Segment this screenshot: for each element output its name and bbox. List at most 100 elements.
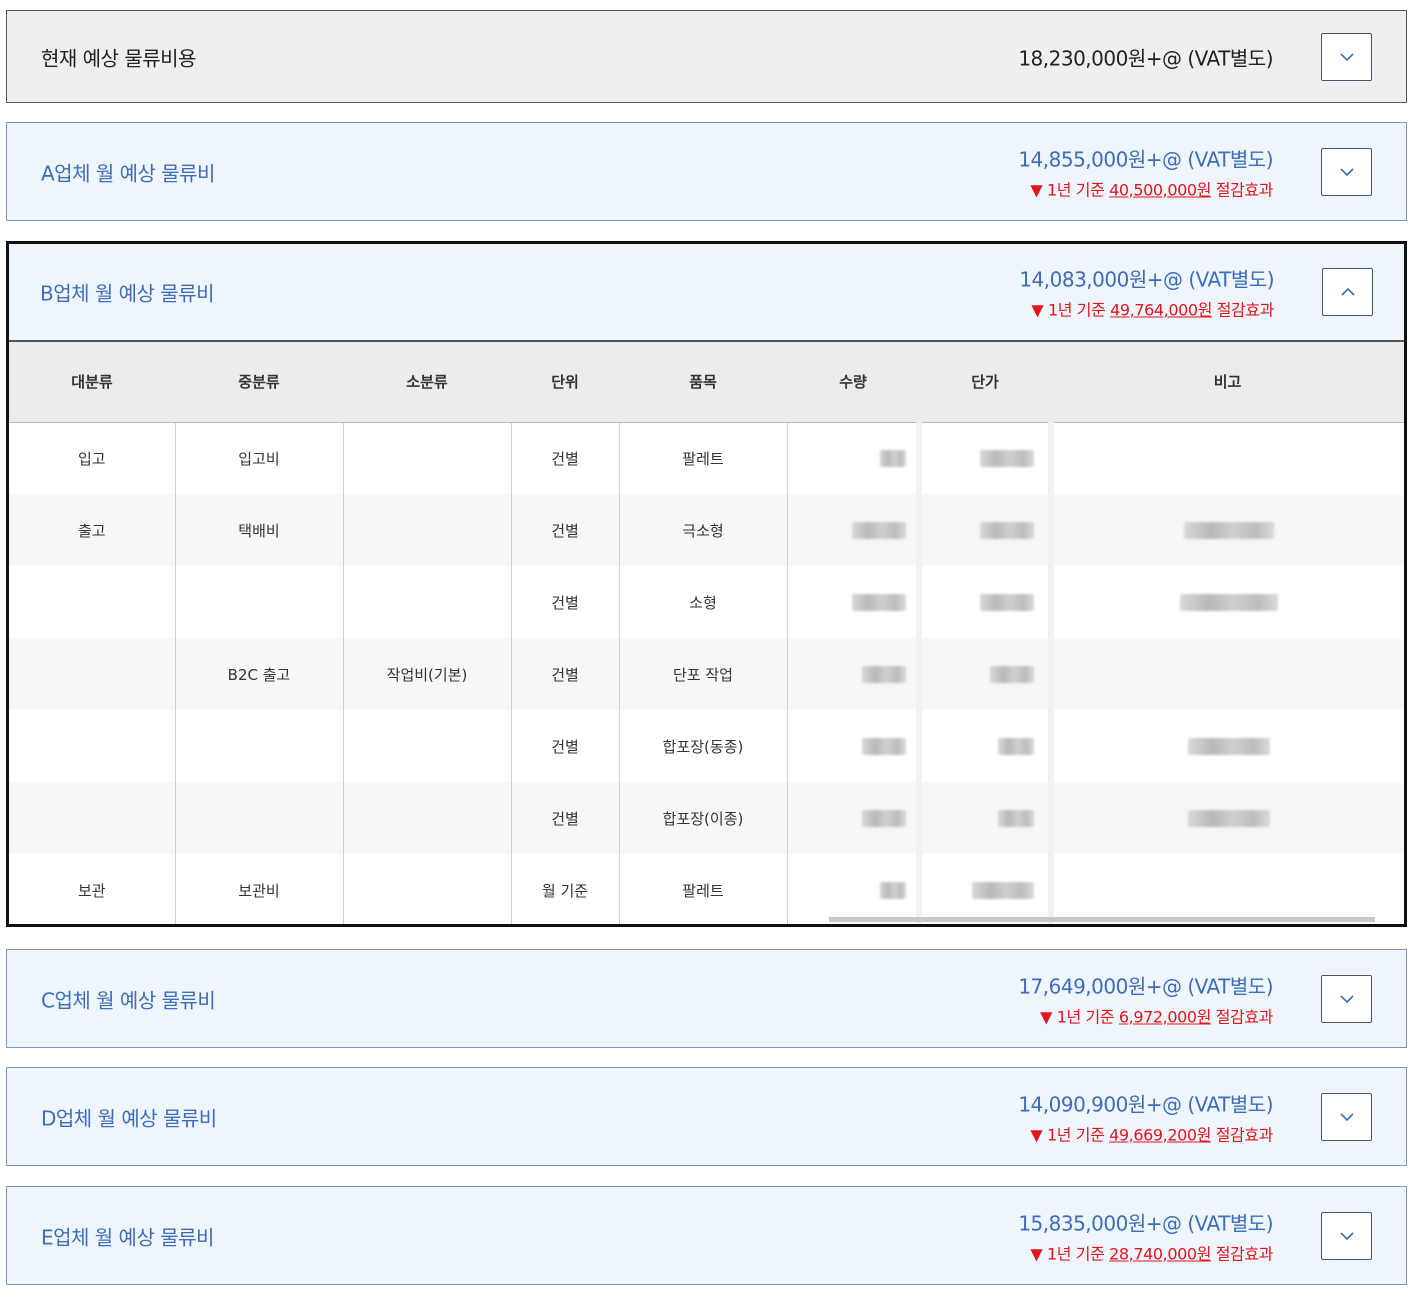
saving-amount: 49,764,000원 [1110,300,1213,320]
cell-middle: 입고비 [174,422,343,494]
cell-item: 소형 [618,566,787,638]
vendor-d-saving: ▼ 1년 기준 49,669,200원 절감효과 [1018,1121,1273,1145]
redacted-value [980,594,1034,611]
redacted-value [998,738,1034,755]
redacted-value [998,810,1034,827]
vendor-c-title: C업체 월 예상 물류비 [41,988,216,1012]
cell-price [919,566,1054,638]
redacted-value [862,738,906,755]
table-row: 입고 입고비 건별 팔레트 [9,422,1404,494]
chevron-up-icon [1340,287,1355,296]
cell-middle: B2C 출고 [174,638,343,710]
vendor-b-title: B업체 월 예상 물류비 [40,281,215,306]
saving-prefix: ▼ 1년 기준 [1030,180,1110,199]
cell-major: 보관 [77,881,106,900]
cell-minor [342,782,511,854]
cell-minor [342,566,511,638]
cell-item: 합포장(이종) [618,782,787,854]
horizontal-scrollbar[interactable] [829,917,1375,922]
cell-unit: 월 기준 [510,854,619,924]
vendor-d-panel[interactable]: D업체 월 예상 물류비 14,090,900원+@ (VAT별도) ▼ 1년 … [6,1067,1407,1166]
vendor-c-price: 17,649,000원+@ (VAT별도) [1018,974,1273,998]
vendor-a-title: A업체 월 예상 물류비 [41,161,215,185]
redacted-value [980,522,1034,539]
table-row: 건별 합포장(동종) [9,710,1404,782]
cell-unit: 건별 [510,494,619,566]
cell-price [919,710,1054,782]
vendor-c-saving: ▼ 1년 기준 6,972,000원 절감효과 [1018,1003,1273,1027]
cell-unit: 건별 [510,782,619,854]
vendor-d-toggle-button[interactable] [1321,1092,1372,1141]
vendor-e-title: E업체 월 예상 물류비 [41,1225,214,1249]
cell-unit: 건별 [510,710,619,782]
chevron-down-icon [1339,1231,1354,1240]
col-header: 수량 [787,342,919,423]
cell-price [919,638,1054,710]
saving-amount: 49,669,200원 [1109,1125,1212,1144]
redacted-value [972,882,1034,899]
vendor-b-expanded-panel: B업체 월 예상 물류비 14,083,000원+@ (VAT별도) ▼ 1년 … [6,241,1407,927]
vendor-a-panel[interactable]: A업체 월 예상 물류비 14,855,000원+@ (VAT별도) ▼ 1년 … [6,122,1407,221]
redacted-value [1188,738,1270,755]
cell-quantity [786,854,922,924]
vendor-b-price-block: 14,083,000원+@ (VAT별도) ▼ 1년 기준 49,764,000… [1019,264,1274,321]
saving-prefix: ▼ 1년 기준 [1030,1125,1110,1144]
saving-suffix: 절감효과 [1211,180,1274,199]
saving-suffix: 절감효과 [1211,1007,1274,1026]
saving-amount: 40,500,000원 [1109,180,1212,199]
cell-quantity [786,710,922,782]
vendor-a-toggle-button[interactable] [1321,147,1372,196]
cell-item: 합포장(동종) [618,710,787,782]
vendor-e-panel[interactable]: E업체 월 예상 물류비 15,835,000원+@ (VAT별도) ▼ 1년 … [6,1186,1407,1285]
current-cost-title: 현재 예상 물류비용 [41,46,196,70]
vendor-b-header[interactable]: B업체 월 예상 물류비 14,083,000원+@ (VAT별도) ▼ 1년 … [9,244,1404,342]
chevron-down-icon [1339,1112,1354,1121]
table-row: B2C 출고 작업비(기본) 건별 단포 작업 [9,638,1404,710]
cell-item: 극소형 [618,494,787,566]
cell-item: 단포 작업 [618,638,787,710]
table-row: 보관 보관비 월 기준 팔레트 [9,854,1404,924]
saving-prefix: ▼ 1년 기준 [1031,300,1111,320]
vendor-c-panel[interactable]: C업체 월 예상 물류비 17,649,000원+@ (VAT별도) ▼ 1년 … [6,949,1407,1048]
col-header: 품목 [619,342,787,423]
saving-suffix: 절감효과 [1211,1125,1274,1144]
cell-price [919,782,1054,854]
cell-major: 입고 [77,449,106,468]
cell-unit: 건별 [510,638,619,710]
current-cost-panel[interactable]: 현재 예상 물류비용 18,230,000원+@ (VAT별도) [6,10,1407,103]
col-header: 대분류 [9,342,175,423]
redacted-value [862,666,906,683]
current-price-block: 18,230,000원+@ (VAT별도) [1018,42,1273,71]
vendor-b-toggle-button[interactable] [1322,268,1373,316]
cell-note [1051,638,1404,710]
cell-price [919,494,1054,566]
cell-unit: 건별 [510,422,619,494]
col-header: 중분류 [175,342,343,423]
cell-minor [342,422,511,494]
col-header: 소분류 [343,342,511,423]
cell-note [1051,494,1404,566]
redacted-value [852,594,906,611]
cell-middle [174,782,343,854]
current-toggle-button[interactable] [1321,32,1372,81]
table-header-row: 대분류 중분류 소분류 단위 품목 수량 단가 비고 [9,342,1404,423]
cell-item: 팔레트 [618,422,787,494]
cell-note [1051,782,1404,854]
vendor-e-toggle-button[interactable] [1321,1211,1372,1260]
cell-middle: 택배비 [174,494,343,566]
cell-price [919,422,1054,494]
table-row: 건별 합포장(이종) [9,782,1404,854]
col-header: 단가 [919,342,1051,423]
cell-minor: 작업비(기본) [342,638,511,710]
col-header: 비고 [1051,342,1404,423]
cell-quantity [786,566,922,638]
redacted-value [852,522,906,539]
table-row: 출고 택배비 건별 극소형 [9,494,1404,566]
vendor-b-saving: ▼ 1년 기준 49,764,000원 절감효과 [1019,297,1274,321]
cell-middle [174,710,343,782]
cell-note [1051,854,1404,924]
vendor-c-toggle-button[interactable] [1321,974,1372,1023]
redacted-value [1184,522,1274,539]
table-row: 건별 소형 [9,566,1404,638]
cell-minor [342,710,511,782]
